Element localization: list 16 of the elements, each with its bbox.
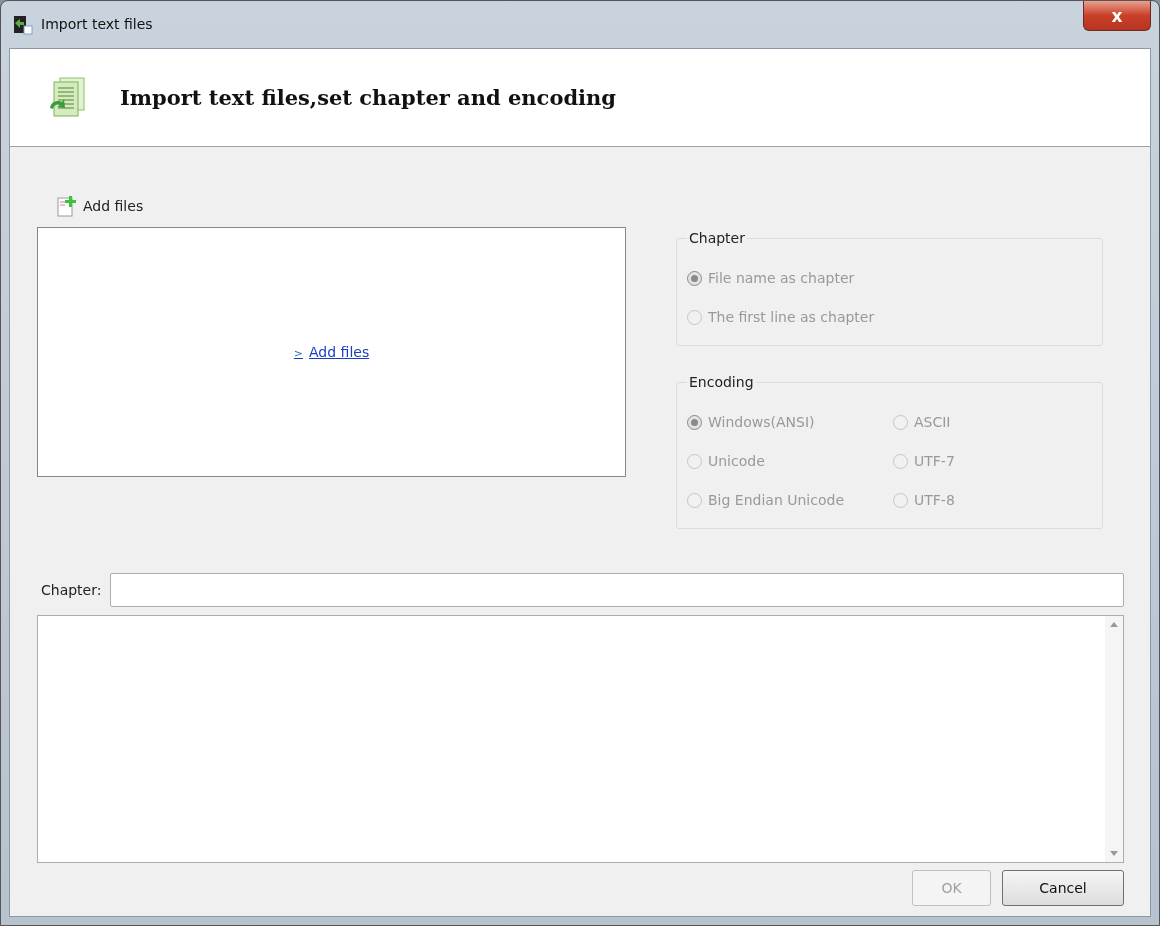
group-title: Encoding: [687, 373, 756, 391]
scroll-up-icon[interactable]: [1110, 622, 1118, 627]
close-button[interactable]: x: [1083, 1, 1151, 31]
add-files-button[interactable]: Add files: [37, 193, 144, 219]
window-title: Import text files: [41, 15, 153, 34]
group-title: Chapter: [687, 229, 747, 247]
text-files-icon: [48, 75, 86, 120]
chapter-label: Chapter:: [40, 580, 102, 600]
cancel-button[interactable]: Cancel: [1002, 870, 1124, 906]
file-list[interactable]: > Add files: [37, 227, 626, 477]
add-file-icon: [57, 195, 77, 217]
header-title: Import text files,set chapter and encoding: [120, 83, 617, 112]
add-files-link[interactable]: > Add files: [293, 341, 370, 363]
app-icon: [13, 14, 33, 35]
scrollbar[interactable]: [1105, 616, 1123, 862]
scroll-down-icon[interactable]: [1110, 851, 1118, 856]
